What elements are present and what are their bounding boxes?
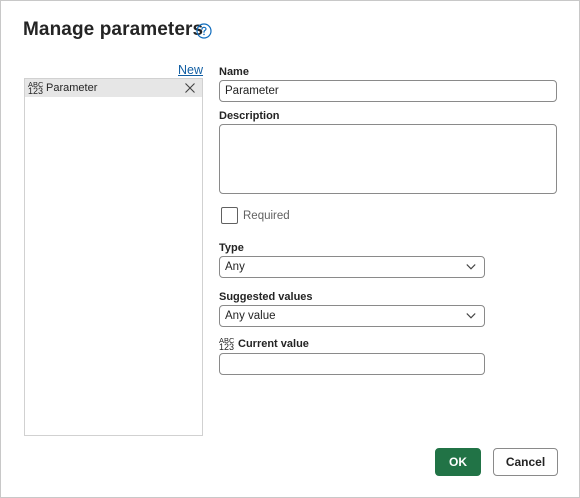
new-parameter-link[interactable]: New — [178, 63, 203, 77]
required-label: Required — [243, 210, 290, 222]
suggested-values-label: Suggested values — [219, 291, 313, 303]
chevron-down-icon — [466, 264, 476, 270]
close-icon[interactable] — [184, 82, 196, 94]
name-label: Name — [219, 66, 249, 78]
list-item[interactable]: ABC 123 Parameter — [25, 79, 202, 97]
question-circle-icon[interactable] — [196, 23, 212, 39]
dialog-title: Manage parameters — [23, 19, 204, 40]
parameter-item-label: Parameter — [46, 82, 98, 94]
type-label: Type — [219, 242, 244, 254]
description-field[interactable] — [219, 124, 557, 194]
required-checkbox[interactable] — [221, 207, 238, 224]
type-select[interactable]: Any — [219, 256, 485, 278]
current-value-label-text: Current value — [238, 338, 309, 350]
current-value-label: ABC 123 Current value — [219, 336, 309, 352]
text-number-type-icon: ABC 123 — [28, 80, 44, 96]
name-value: Parameter — [225, 85, 279, 97]
ok-button[interactable]: OK — [435, 448, 481, 476]
suggested-values-value: Any value — [225, 310, 276, 322]
manage-parameters-dialog: Manage parameters New ABC 123 Parameter … — [0, 0, 580, 498]
description-label: Description — [219, 110, 280, 122]
name-field[interactable]: Parameter — [219, 80, 557, 102]
current-value-field[interactable] — [219, 353, 485, 375]
chevron-down-icon — [466, 313, 476, 319]
cancel-button[interactable]: Cancel — [493, 448, 558, 476]
parameter-list: ABC 123 Parameter — [24, 78, 203, 436]
text-number-type-icon: ABC 123 — [219, 336, 235, 352]
type-value: Any — [225, 261, 245, 273]
suggested-values-select[interactable]: Any value — [219, 305, 485, 327]
